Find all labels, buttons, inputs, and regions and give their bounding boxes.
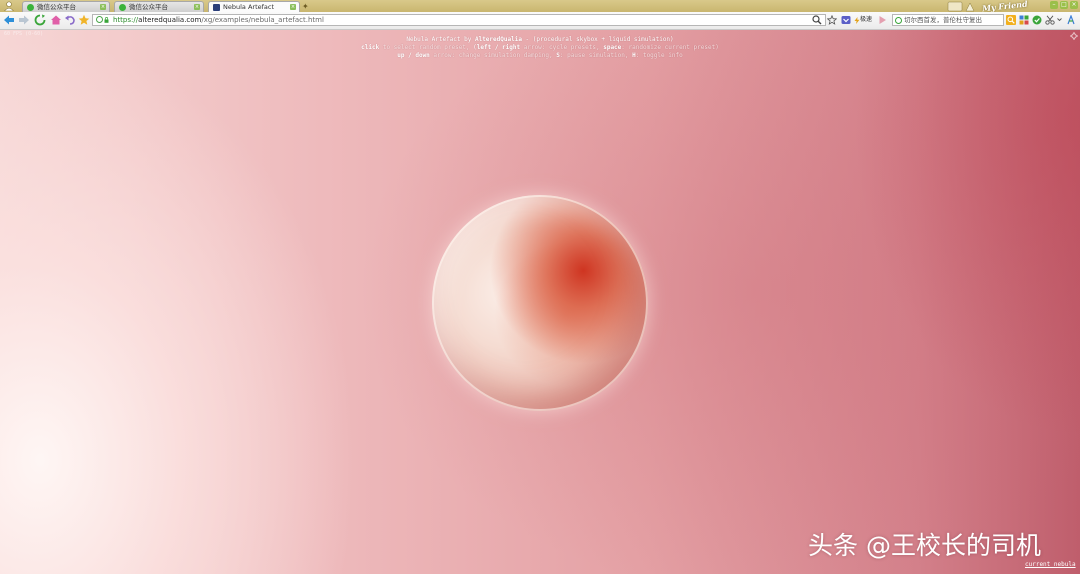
controls-line-1: click to select random preset, (left / r… xyxy=(361,44,719,51)
security-check-icon[interactable] xyxy=(1032,15,1042,25)
user-icon[interactable] xyxy=(3,1,15,11)
page-icon xyxy=(213,4,220,11)
minimize-button[interactable]: – xyxy=(1050,1,1058,9)
chevron-down-icon[interactable] xyxy=(1057,17,1062,22)
info-title-suffix: - (procedural skybox + liquid simulation… xyxy=(521,36,674,43)
search-engine-icon xyxy=(895,17,902,24)
updown-desc: arrow: change simulation damping, xyxy=(429,52,557,59)
navigation-toolbar: https://alteredqualia.com/xg/examples/ne… xyxy=(0,12,1080,30)
back-arrow-icon[interactable] xyxy=(3,14,15,26)
favorites-star-icon[interactable] xyxy=(78,14,90,26)
space-key: space xyxy=(603,44,622,51)
current-nebula-link[interactable]: current nebula xyxy=(1025,561,1076,568)
tab-label: 微信公众平台 xyxy=(37,3,76,11)
search-input[interactable]: 切尔西首发，普伦杜守复出 xyxy=(892,14,1004,26)
search-icon[interactable] xyxy=(1006,15,1016,25)
close-tab-icon[interactable]: × xyxy=(290,4,296,10)
play-icon[interactable] xyxy=(878,15,887,25)
h-desc: : toggle info xyxy=(635,52,683,59)
new-tab-button[interactable]: ✦ xyxy=(302,2,309,11)
shield-icon[interactable] xyxy=(841,15,851,25)
zoom-icon[interactable] xyxy=(812,15,822,25)
close-window-button[interactable]: × xyxy=(1070,1,1078,9)
tab-wechat-1[interactable]: 微信公众平台 × xyxy=(22,1,110,12)
scissors-icon[interactable] xyxy=(1045,15,1055,25)
author-link[interactable]: AlteredQualia xyxy=(475,36,522,43)
undo-close-icon[interactable] xyxy=(64,14,76,26)
space-desc: : randomize current preset) xyxy=(621,44,719,51)
leftright-desc: arrow: cycle presets, xyxy=(520,44,604,51)
info-title-prefix: Nebula Artefact by xyxy=(406,36,475,43)
apps-grid-icon[interactable] xyxy=(1019,15,1029,25)
tab-label: Nebula Artefact xyxy=(223,3,275,11)
url-path: /xg/examples/nebula_artefact.html xyxy=(201,16,324,24)
home-icon[interactable] xyxy=(50,14,62,26)
controls-line-2: up / down arrow: change simulation dampi… xyxy=(0,52,1080,60)
close-tab-icon[interactable]: × xyxy=(194,4,200,10)
close-tab-icon[interactable]: × xyxy=(100,4,106,10)
refresh-icon[interactable] xyxy=(34,14,46,26)
info-overlay: Nebula Artefact by AlteredQualia - (proc… xyxy=(0,36,1080,60)
wechat-icon xyxy=(27,4,34,11)
tab-bar: 微信公众平台 × 微信公众平台 × Nebula Artefact × ✦ My… xyxy=(0,0,1080,13)
click-desc: to select random preset, xyxy=(379,44,474,51)
lock-icon xyxy=(104,17,109,23)
webgl-canvas[interactable]: 60 FPS (0-60) Nebula Artefact by Altered… xyxy=(0,30,1080,574)
watermark: 头条 @王校长的司机 xyxy=(808,531,1041,560)
maximize-button[interactable]: □ xyxy=(1060,1,1068,9)
tab-wechat-2[interactable]: 微信公众平台 × xyxy=(114,1,204,12)
url-scheme: https:// xyxy=(113,16,139,24)
forward-arrow-icon[interactable] xyxy=(18,14,30,26)
lightning-icon xyxy=(854,17,860,24)
sphere-rim xyxy=(432,195,648,411)
url-host: alteredqualia.com xyxy=(138,16,202,24)
tab-label: 微信公众平台 xyxy=(129,3,168,11)
address-bar[interactable]: https://alteredqualia.com/xg/examples/ne… xyxy=(92,14,826,26)
s-desc: : pause simulation, xyxy=(559,52,633,59)
wechat-icon xyxy=(119,4,126,11)
bookmark-star-icon[interactable] xyxy=(827,15,837,25)
leftright-key: left / right xyxy=(476,44,521,51)
updown-key: up / down xyxy=(397,52,430,59)
click-key: click xyxy=(361,44,380,51)
search-placeholder: 切尔西首发，普伦杜守复出 xyxy=(904,16,982,24)
site-info-icon[interactable] xyxy=(96,16,103,23)
info-title-line: Nebula Artefact by AlteredQualia - (proc… xyxy=(0,36,1080,44)
menu-icon[interactable] xyxy=(1066,15,1076,25)
accelerate-label: 极速 xyxy=(860,16,873,23)
